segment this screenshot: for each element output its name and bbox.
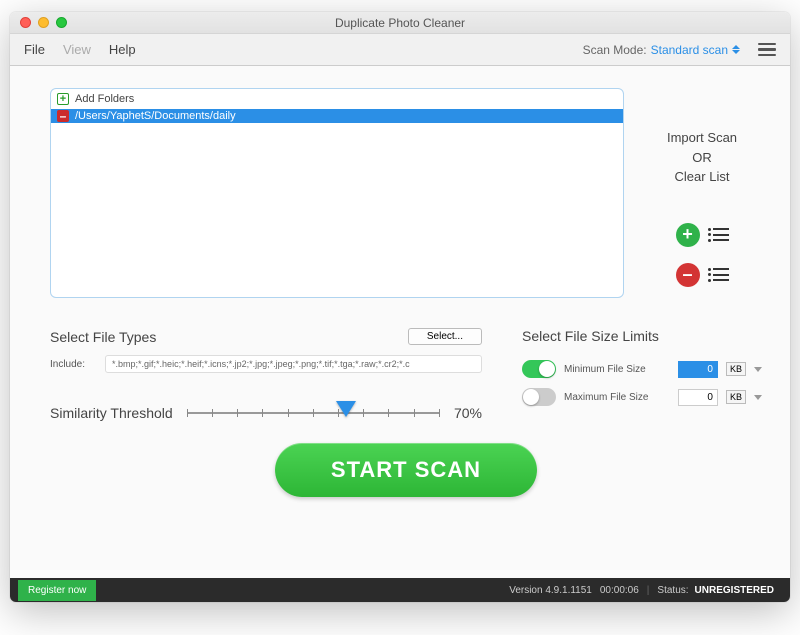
size-limits-heading: Select File Size Limits <box>522 328 762 344</box>
status-label: Status: <box>657 585 688 596</box>
chevron-down-icon[interactable] <box>754 395 762 400</box>
timer-text: 00:00:06 <box>600 585 639 596</box>
menu-view[interactable]: View <box>63 42 91 57</box>
min-size-toggle[interactable] <box>522 360 556 378</box>
register-button[interactable]: Register now <box>18 580 96 601</box>
plus-circle-icon: + <box>676 223 700 247</box>
side-line2: OR <box>667 148 737 168</box>
folder-item[interactable]: – /Users/YaphetS/Documents/daily <box>51 109 623 123</box>
menubar: File View Help Scan Mode: Standard scan <box>10 34 790 66</box>
add-folders-row[interactable]: + Add Folders <box>51 89 623 109</box>
scan-mode-label: Scan Mode: <box>583 43 647 57</box>
minus-circle-icon: – <box>676 263 700 287</box>
app-window: Duplicate Photo Cleaner File View Help S… <box>10 12 790 602</box>
chevron-down-icon[interactable] <box>754 367 762 372</box>
clear-list-button[interactable]: – <box>676 263 729 287</box>
max-size-toggle[interactable] <box>522 388 556 406</box>
min-size-row: Minimum File Size 0 KB <box>522 360 762 378</box>
side-line1: Import Scan <box>667 128 737 148</box>
folders-panel[interactable]: + Add Folders – /Users/YaphetS/Documents… <box>50 88 624 298</box>
plus-icon: + <box>57 93 69 105</box>
threshold-heading: Similarity Threshold <box>50 405 173 421</box>
hamburger-menu-icon[interactable] <box>758 43 776 57</box>
scan-mode-value[interactable]: Standard scan <box>651 43 728 57</box>
threshold-slider[interactable] <box>187 401 440 425</box>
list-icon <box>708 268 729 282</box>
min-size-label: Minimum File Size <box>564 364 670 375</box>
max-size-value[interactable]: 0 <box>678 389 718 406</box>
min-size-value[interactable]: 0 <box>678 361 718 378</box>
file-types-heading: Select File Types <box>50 329 156 345</box>
footer: Register now Version 4.9.1.1151 00:00:06… <box>10 578 790 602</box>
include-label: Include: <box>50 359 85 370</box>
side-text: Import Scan OR Clear List <box>667 128 737 187</box>
slider-thumb-icon[interactable] <box>336 401 356 417</box>
titlebar: Duplicate Photo Cleaner <box>10 12 790 34</box>
max-size-row: Maximum File Size 0 KB <box>522 388 762 406</box>
start-scan-button[interactable]: START SCAN <box>275 443 537 497</box>
menu-file[interactable]: File <box>24 42 45 57</box>
scan-mode-dropdown-icon[interactable] <box>732 45 740 54</box>
side-column: Import Scan OR Clear List + – <box>642 88 762 298</box>
add-folders-label: Add Folders <box>75 93 134 105</box>
menu-help[interactable]: Help <box>109 42 136 57</box>
threshold-percent: 70% <box>454 405 482 421</box>
status-value: UNREGISTERED <box>695 585 774 596</box>
minus-icon[interactable]: – <box>57 110 69 122</box>
max-size-label: Maximum File Size <box>564 392 670 403</box>
window-title: Duplicate Photo Cleaner <box>10 16 790 30</box>
min-size-unit[interactable]: KB <box>726 362 746 376</box>
include-value[interactable]: *.bmp;*.gif;*.heic;*.heif;*.icns;*.jp2;*… <box>105 355 482 373</box>
select-filetypes-button[interactable]: Select... <box>408 328 482 345</box>
version-text: Version 4.9.1.1151 <box>509 585 592 596</box>
import-scan-button[interactable]: + <box>676 223 729 247</box>
side-line3: Clear List <box>667 167 737 187</box>
folder-path: /Users/YaphetS/Documents/daily <box>75 110 236 122</box>
main-body: + Add Folders – /Users/YaphetS/Documents… <box>10 66 790 578</box>
list-icon <box>708 228 729 242</box>
max-size-unit[interactable]: KB <box>726 390 746 404</box>
